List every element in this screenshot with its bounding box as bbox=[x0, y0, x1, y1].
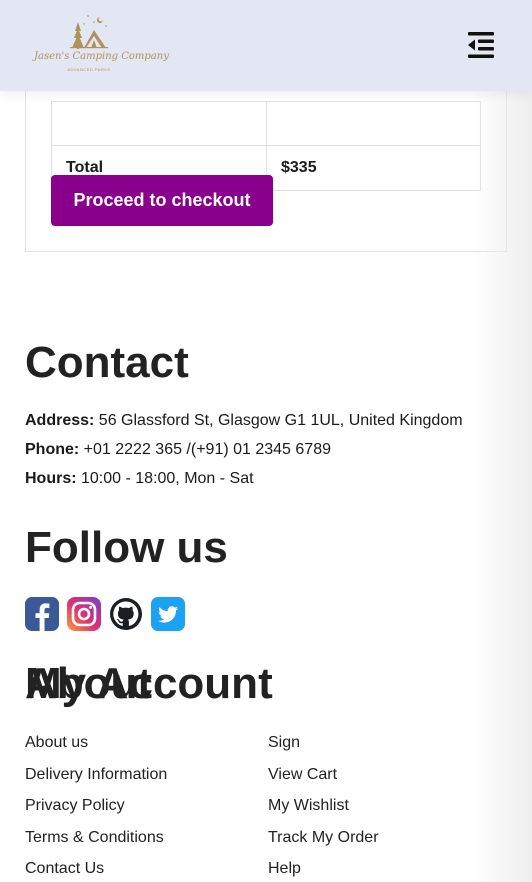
phone-value: +01 2222 365 /(+91) 01 2345 6789 bbox=[79, 441, 331, 458]
view-cart-link[interactable]: View Cart bbox=[268, 765, 379, 797]
menu-collapse-icon bbox=[468, 32, 494, 58]
address-line: Address: 56 Glassford St, Glasgow G1 1UL… bbox=[25, 412, 463, 430]
total-value: $335 bbox=[266, 145, 481, 191]
instagram-link[interactable] bbox=[67, 597, 101, 631]
hours-label: Hours: bbox=[25, 470, 77, 487]
track-my-order-link[interactable]: Track My Order bbox=[268, 828, 379, 860]
phone-line: Phone: +01 2222 365 /(+91) 01 2345 6789 bbox=[25, 441, 331, 459]
terms-conditions-link[interactable]: Terms & Conditions bbox=[25, 828, 167, 860]
my-wishlist-link[interactable]: My Wishlist bbox=[268, 796, 379, 828]
phone-label: Phone: bbox=[25, 441, 80, 458]
my-account-heading: My Account bbox=[25, 659, 273, 708]
menu-toggle-button[interactable] bbox=[464, 28, 498, 62]
delivery-information-link[interactable]: Delivery Information bbox=[25, 765, 167, 797]
twitter-icon bbox=[151, 597, 185, 631]
contact-us-link[interactable]: Contact Us bbox=[25, 859, 167, 882]
follow-us-heading: Follow us bbox=[25, 523, 228, 572]
account-links: Sign View Cart My Wishlist Track My Orde… bbox=[268, 733, 379, 882]
privacy-policy-link[interactable]: Privacy Policy bbox=[25, 796, 167, 828]
help-link[interactable]: Help bbox=[268, 859, 379, 882]
hours-line: Hours: 10:00 - 18:00, Mon - Sat bbox=[25, 470, 254, 488]
logo-subtitle: ADVANCED PARKS bbox=[67, 67, 111, 72]
address-label: Address: bbox=[25, 412, 95, 429]
facebook-icon bbox=[25, 597, 59, 631]
facebook-link[interactable] bbox=[25, 597, 59, 631]
site-logo[interactable]: Jasen's Camping Company ADVANCED PARKS bbox=[34, 10, 169, 76]
contact-heading: Contact bbox=[25, 338, 189, 387]
hours-value: 10:00 - 18:00, Mon - Sat bbox=[76, 470, 254, 487]
table-cell bbox=[266, 101, 481, 146]
site-header: Jasen's Camping Company ADVANCED PARKS bbox=[0, 0, 532, 91]
table-row bbox=[51, 101, 481, 146]
instagram-icon bbox=[67, 597, 101, 631]
address-value: 56 Glassford St, Glasgow G1 1UL, United … bbox=[94, 412, 463, 429]
about-links: About us Delivery Information Privacy Po… bbox=[25, 733, 167, 882]
camping-tent-icon bbox=[70, 15, 108, 49]
github-link[interactable] bbox=[109, 597, 143, 631]
logo-text: Jasen's Camping Company bbox=[34, 51, 169, 62]
github-icon bbox=[110, 598, 142, 630]
twitter-link[interactable] bbox=[151, 597, 185, 631]
proceed-to-checkout-button[interactable]: Proceed to checkout bbox=[51, 175, 273, 226]
table-cell bbox=[51, 101, 267, 146]
about-us-link[interactable]: About us bbox=[25, 733, 167, 765]
sign-link[interactable]: Sign bbox=[268, 733, 379, 765]
